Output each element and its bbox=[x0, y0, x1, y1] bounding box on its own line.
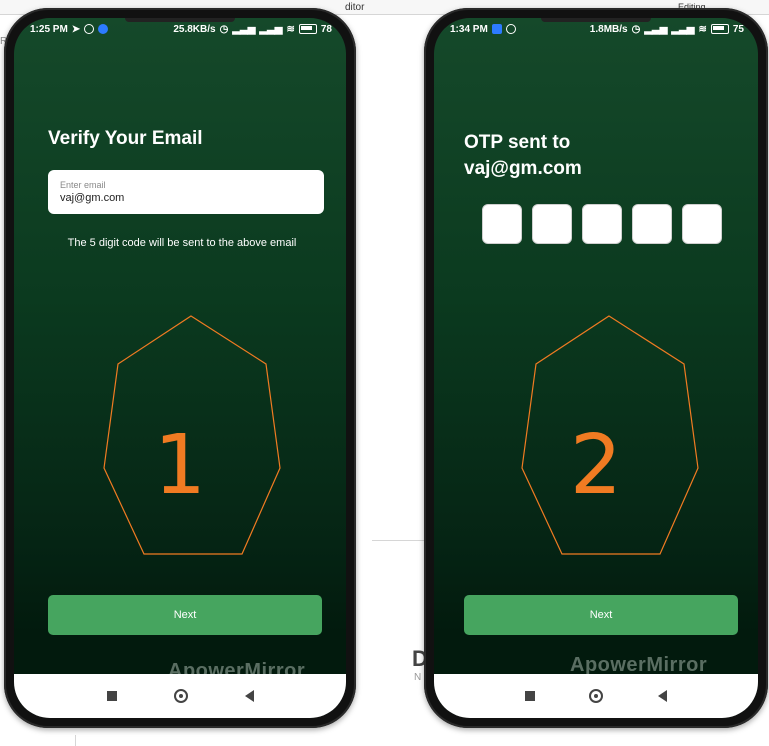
home-icon[interactable] bbox=[589, 689, 604, 703]
status-bar: 1:34 PM 1.8MB/s ◷ ▂▃▅ ▂▃▅ ≋ 75 bbox=[434, 18, 758, 40]
recent-apps-icon[interactable] bbox=[106, 691, 117, 701]
phone-frame-right: 1:34 PM 1.8MB/s ◷ ▂▃▅ ▂▃▅ ≋ 75 OTP sent … bbox=[424, 8, 768, 728]
otp-title-line-2: vaj@gm.com bbox=[464, 158, 582, 179]
wifi-icon: ≋ bbox=[698, 23, 707, 35]
app-notification-icon bbox=[491, 24, 502, 34]
notification-icon bbox=[505, 24, 516, 34]
step-number: 2 bbox=[569, 418, 623, 513]
otp-input-row bbox=[482, 204, 722, 244]
status-time: 1:34 PM bbox=[450, 23, 488, 35]
phone-screen-right: 1:34 PM 1.8MB/s ◷ ▂▃▅ ▂▃▅ ≋ 75 OTP sent … bbox=[434, 18, 758, 718]
next-button[interactable]: Next bbox=[464, 595, 738, 635]
page-title: Verify Your Email bbox=[48, 128, 203, 149]
signal-icon: ▂▃▅ bbox=[232, 23, 256, 35]
battery-icon bbox=[710, 24, 729, 34]
navigation-arrow-icon: ➤ bbox=[71, 23, 81, 35]
signal-icon-2: ▂▃▅ bbox=[671, 23, 695, 35]
next-button[interactable]: Next bbox=[48, 595, 322, 635]
background-editor-tab: ditor bbox=[345, 2, 365, 13]
status-battery-level: 75 bbox=[732, 23, 744, 35]
status-time: 1:25 PM bbox=[30, 23, 68, 35]
background-gridline bbox=[75, 735, 76, 746]
otp-digit-input[interactable] bbox=[682, 204, 722, 244]
home-icon[interactable] bbox=[173, 689, 188, 703]
phone-screen-left: 1:25 PM ➤ 25.8KB/s ◷ ▂▃▅ ▂▃▅ ≋ 78 Verify… bbox=[14, 18, 346, 718]
status-battery-level: 78 bbox=[320, 23, 332, 35]
battery-icon bbox=[298, 24, 317, 34]
alarm-icon: ◷ bbox=[631, 23, 641, 35]
step-number: 1 bbox=[153, 418, 207, 513]
phone-frame-left: 1:25 PM ➤ 25.8KB/s ◷ ▂▃▅ ▂▃▅ ≋ 78 Verify… bbox=[4, 8, 356, 728]
email-field-label: Enter email bbox=[60, 180, 106, 190]
alarm-icon: ◷ bbox=[219, 23, 229, 35]
status-network-speed: 25.8KB/s bbox=[173, 23, 216, 35]
otp-digit-input[interactable] bbox=[632, 204, 672, 244]
signal-icon: ▂▃▅ bbox=[644, 23, 668, 35]
back-icon[interactable] bbox=[657, 690, 667, 702]
system-nav-bar bbox=[14, 674, 346, 718]
email-field-value[interactable]: vaj@gm.com bbox=[60, 192, 124, 204]
back-icon[interactable] bbox=[244, 690, 254, 702]
status-bar: 1:25 PM ➤ 25.8KB/s ◷ ▂▃▅ ▂▃▅ ≋ 78 bbox=[14, 18, 346, 40]
otp-title-line-1: OTP sent to bbox=[464, 132, 571, 153]
signal-icon-2: ▂▃▅ bbox=[259, 23, 283, 35]
email-field[interactable]: Enter email vaj@gm.com bbox=[48, 170, 324, 214]
status-network-speed: 1.8MB/s bbox=[589, 23, 628, 35]
otp-digit-input[interactable] bbox=[532, 204, 572, 244]
recent-apps-icon[interactable] bbox=[525, 691, 536, 701]
otp-digit-input[interactable] bbox=[582, 204, 622, 244]
helper-text: The 5 digit code will be sent to the abo… bbox=[67, 237, 297, 249]
notification-icon bbox=[84, 24, 95, 34]
wifi-icon: ≋ bbox=[286, 23, 295, 35]
system-nav-bar bbox=[434, 674, 758, 718]
background-mid-fragment-2: N bbox=[414, 672, 422, 683]
app-notification-icon bbox=[98, 24, 109, 34]
background-gridline bbox=[372, 540, 426, 541]
otp-digit-input[interactable] bbox=[482, 204, 522, 244]
